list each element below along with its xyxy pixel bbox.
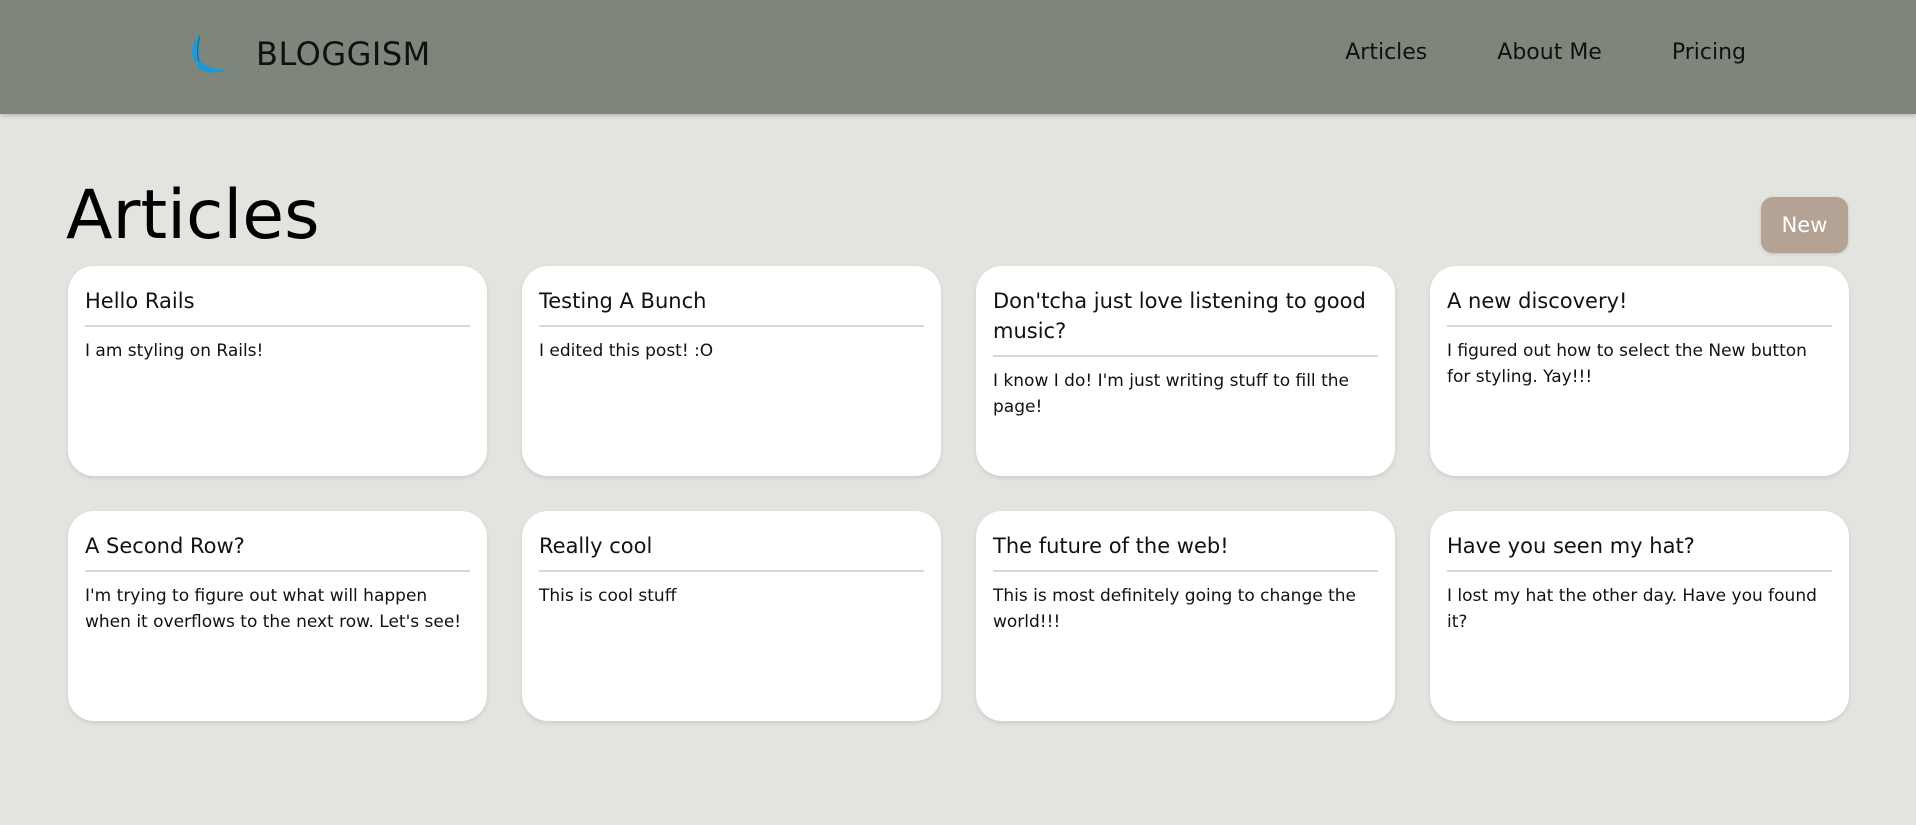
new-article-button[interactable]: New	[1761, 197, 1848, 253]
article-card[interactable]: A new discovery! I figured out how to se…	[1430, 266, 1849, 476]
article-body: I am styling on Rails!	[85, 341, 264, 361]
article-card[interactable]: A Second Row? I'm trying to figure out w…	[68, 511, 487, 721]
article-card[interactable]: Hello Rails I am styling on Rails!	[68, 266, 487, 476]
article-card[interactable]: Really cool This is cool stuff	[522, 511, 941, 721]
main-nav: Articles About Me Pricing	[1345, 40, 1746, 65]
article-body: This is cool stuff	[539, 586, 677, 606]
article-title: Don'tcha just love listening to good mus…	[993, 286, 1378, 357]
top-navbar: BLOGGISM Articles About Me Pricing	[0, 0, 1916, 114]
brand-link[interactable]: BLOGGISM	[186, 30, 431, 78]
nav-item-about-me[interactable]: About Me	[1497, 40, 1602, 65]
page-title: Articles	[66, 176, 320, 255]
article-card[interactable]: The future of the web! This is most defi…	[976, 511, 1395, 721]
nav-item-articles[interactable]: Articles	[1345, 40, 1427, 65]
article-body: I figured out how to select the New butt…	[1447, 341, 1807, 387]
article-title: Have you seen my hat?	[1447, 531, 1832, 572]
nav-item-pricing[interactable]: Pricing	[1672, 40, 1746, 65]
article-title: A Second Row?	[85, 531, 470, 572]
article-body: I edited this post! :O	[539, 341, 714, 361]
article-title: Really cool	[539, 531, 924, 572]
article-title: Testing A Bunch	[539, 286, 924, 327]
article-title: A new discovery!	[1447, 286, 1832, 327]
article-body: I'm trying to figure out what will happe…	[85, 586, 462, 632]
brand-name: BLOGGISM	[256, 35, 431, 73]
article-body: I lost my hat the other day. Have you fo…	[1447, 586, 1817, 632]
article-card[interactable]: Testing A Bunch I edited this post! :O	[522, 266, 941, 476]
article-card[interactable]: Don'tcha just love listening to good mus…	[976, 266, 1395, 476]
articles-grid: Hello Rails I am styling on Rails! Testi…	[68, 266, 1849, 721]
feather-quill-icon	[192, 34, 240, 73]
article-body: This is most definitely going to change …	[993, 586, 1357, 632]
article-title: Hello Rails	[85, 286, 470, 327]
article-card[interactable]: Have you seen my hat? I lost my hat the …	[1430, 511, 1849, 721]
article-title: The future of the web!	[993, 531, 1378, 572]
article-body: I know I do! I'm just writing stuff to f…	[993, 371, 1349, 417]
